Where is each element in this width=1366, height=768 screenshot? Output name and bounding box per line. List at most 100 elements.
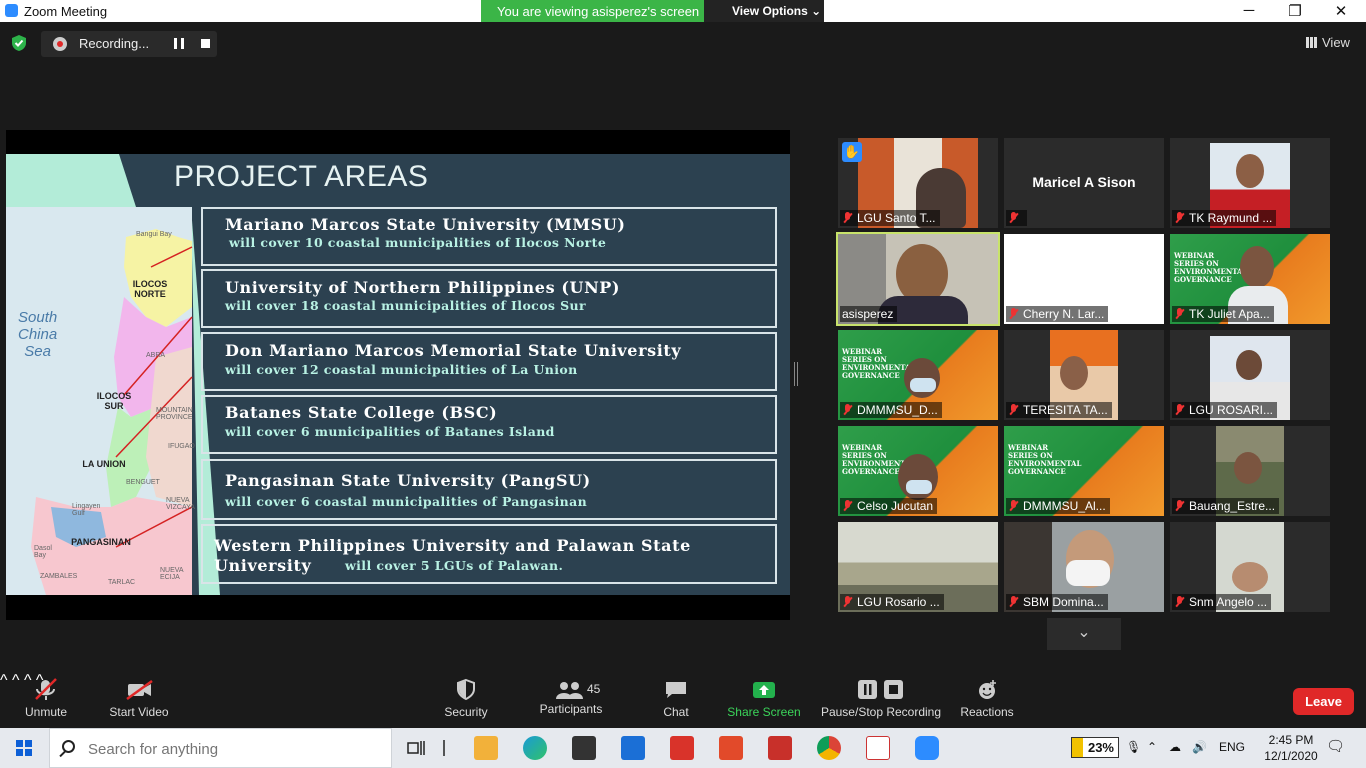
restore-button[interactable]: ❐ xyxy=(1280,2,1310,20)
participant-name-text: TERESITA TA... xyxy=(1023,403,1108,417)
split-view-handle[interactable] xyxy=(794,362,798,386)
university-coverage: will cover 6 municipalities of Batanes I… xyxy=(225,424,555,439)
muted-mic-icon xyxy=(1008,596,1018,608)
close-button[interactable]: ✕ xyxy=(1326,2,1356,20)
audio-options-caret-icon[interactable]: ^ xyxy=(0,672,8,689)
muted-mic-icon xyxy=(842,596,852,608)
battery-indicator[interactable]: 23% xyxy=(1071,737,1119,758)
mcafee-icon[interactable] xyxy=(768,736,792,760)
taskbar-clock[interactable]: 2:45 PM 12/1/2020 xyxy=(1262,732,1320,764)
map-minor-label: NUEVA ECIJA xyxy=(160,567,184,581)
start-video-button[interactable]: Start Video xyxy=(104,672,174,728)
muted-mic-icon xyxy=(842,212,852,224)
map-minor-label: Bangui Bay xyxy=(136,231,172,238)
microphone-tray-icon[interactable]: 🎙 xyxy=(1126,740,1141,754)
participant-tile[interactable]: WEBINAR SERIES ON ENVIRONMENTAL GOVERNAN… xyxy=(1170,234,1330,324)
participant-tile[interactable]: Cherry N. Lar... xyxy=(1004,234,1164,324)
reader-app-icon[interactable] xyxy=(670,736,694,760)
map-label-ilocos-sur: ILOCOS SUR xyxy=(96,391,132,411)
map-label-la-union: LA UNION xyxy=(82,459,126,469)
encryption-shield-icon[interactable] xyxy=(10,34,28,52)
language-indicator[interactable]: ENG xyxy=(1219,740,1245,754)
mail-icon[interactable] xyxy=(621,736,645,760)
participants-button[interactable]: 45 Participants xyxy=(536,672,606,728)
sea-word-1: South xyxy=(18,309,58,326)
minimize-button[interactable]: ─ xyxy=(1234,2,1264,19)
reactions-button[interactable]: Reactions xyxy=(958,672,1016,728)
share-banner: You are viewing asisperez's screen View … xyxy=(481,0,824,22)
recording-controls-icon xyxy=(858,680,903,699)
edge-browser-icon[interactable] xyxy=(523,736,547,760)
share-screen-label: Share Screen xyxy=(727,705,801,719)
participant-name-text: Celso Jucutan xyxy=(857,499,934,513)
university-coverage: will cover 5 LGUs of Palawan. xyxy=(345,558,564,573)
network-icon[interactable]: ☁ xyxy=(1169,740,1181,754)
participant-tile[interactable]: LGU ROSARI... xyxy=(1170,330,1330,420)
chat-button[interactable]: Chat xyxy=(656,672,696,728)
participant-tile[interactable]: Bauang_Estre... xyxy=(1170,426,1330,516)
participant-tile[interactable]: LGU Rosario ... xyxy=(838,522,998,612)
participant-tile[interactable]: Snm Angelo ... xyxy=(1170,522,1330,612)
gallery-next-page-button[interactable]: ⌄ xyxy=(1047,618,1121,650)
viewing-screen-label: You are viewing asisperez's screen xyxy=(481,0,704,22)
zoom-taskbar-icon[interactable] xyxy=(915,736,939,760)
pause-stop-recording-button[interactable]: Pause/Stop Recording xyxy=(820,672,942,728)
stop-recording-icon[interactable] xyxy=(201,39,210,48)
chat-bubble-icon xyxy=(666,682,686,698)
pause-recording-icon[interactable] xyxy=(174,38,184,49)
shared-screen[interactable]: PROJECT AREAS South China Sea ILOCOS NOR… xyxy=(6,130,790,620)
share-screen-button[interactable]: Share Screen xyxy=(726,672,802,728)
participant-tile[interactable]: WEBINAR SERIES ON ENVIRONMENTAL GOVERNAN… xyxy=(1004,426,1164,516)
notifications-icon[interactable]: 🗨 xyxy=(1326,737,1345,755)
participant-tile[interactable]: WEBINAR SERIES ON ENVIRONMENTAL GOVERNAN… xyxy=(838,426,998,516)
muted-mic-icon xyxy=(1008,308,1018,320)
map-minor-label: BENGUET xyxy=(126,479,160,486)
university-name: University of Northern Philippines (UNP) xyxy=(225,278,621,297)
unmute-label: Unmute xyxy=(24,705,68,719)
chrome-browser-icon[interactable] xyxy=(817,736,841,760)
map-minor-label: MOUNTAIN PROVINCE xyxy=(156,407,193,421)
participant-tile[interactable]: TERESITA TA... xyxy=(1004,330,1164,420)
participant-big-name: Maricel A Sison xyxy=(1032,174,1136,190)
participant-name-text: SBM Domina... xyxy=(1023,595,1104,609)
window-title: Zoom Meeting xyxy=(24,4,108,19)
university-name: Batanes State College (BSC) xyxy=(225,403,498,422)
view-layout-button[interactable]: View xyxy=(1306,35,1350,50)
task-view-icon[interactable] xyxy=(404,736,428,760)
search-input[interactable] xyxy=(88,738,378,760)
participant-silhouette xyxy=(1232,562,1268,592)
unmute-button[interactable]: Unmute xyxy=(18,672,74,728)
leave-meeting-button[interactable]: Leave xyxy=(1293,688,1354,715)
map-minor-label: Dasol Bay xyxy=(34,545,52,559)
participant-name: LGU Rosario ... xyxy=(840,594,944,610)
chevron-up-icon[interactable]: ⌃ xyxy=(1147,740,1157,754)
muted-mic-icon xyxy=(1174,596,1184,608)
recording-indicator: Recording... xyxy=(41,31,217,57)
participant-tile[interactable]: ✋ LGU Santo T... xyxy=(838,138,998,228)
view-options-button[interactable]: View Options ⌄ xyxy=(704,0,824,22)
participant-name-text: LGU Rosario ... xyxy=(857,595,940,609)
volume-icon[interactable]: 🔊 xyxy=(1192,740,1207,754)
search-icon xyxy=(62,740,75,753)
participant-tile[interactable]: SBM Domina... xyxy=(1004,522,1164,612)
security-button[interactable]: Security xyxy=(440,672,492,728)
map-minor-label: IFUGAO xyxy=(168,443,195,450)
map-label-pangasinan: PANGASINAN xyxy=(71,537,131,547)
recording-label: Recording... xyxy=(79,36,150,51)
participant-tile-active-speaker[interactable]: asisperez xyxy=(836,232,1000,326)
muted-mic-icon xyxy=(1008,404,1018,416)
map-minor-label: ABRA xyxy=(146,352,166,359)
university-name-line2: University xyxy=(214,556,312,575)
participant-name: Celso Jucutan xyxy=(840,498,938,514)
pdf-reader-icon[interactable] xyxy=(866,736,890,760)
participant-tile[interactable]: Maricel A Sison xyxy=(1004,138,1164,228)
taskbar-search[interactable] xyxy=(49,728,392,768)
file-explorer-icon[interactable] xyxy=(474,736,498,760)
windows-start-icon[interactable] xyxy=(16,740,32,756)
participant-name: TERESITA TA... xyxy=(1006,402,1112,418)
app-icon[interactable] xyxy=(719,736,743,760)
participant-tile[interactable]: WEBINAR SERIES ON ENVIRONMENTAL GOVERNAN… xyxy=(838,330,998,420)
participant-tile[interactable]: TK Raymund ... xyxy=(1170,138,1330,228)
map-minor-label: Lingayen Gulf xyxy=(72,503,101,517)
store-icon[interactable] xyxy=(572,736,596,760)
